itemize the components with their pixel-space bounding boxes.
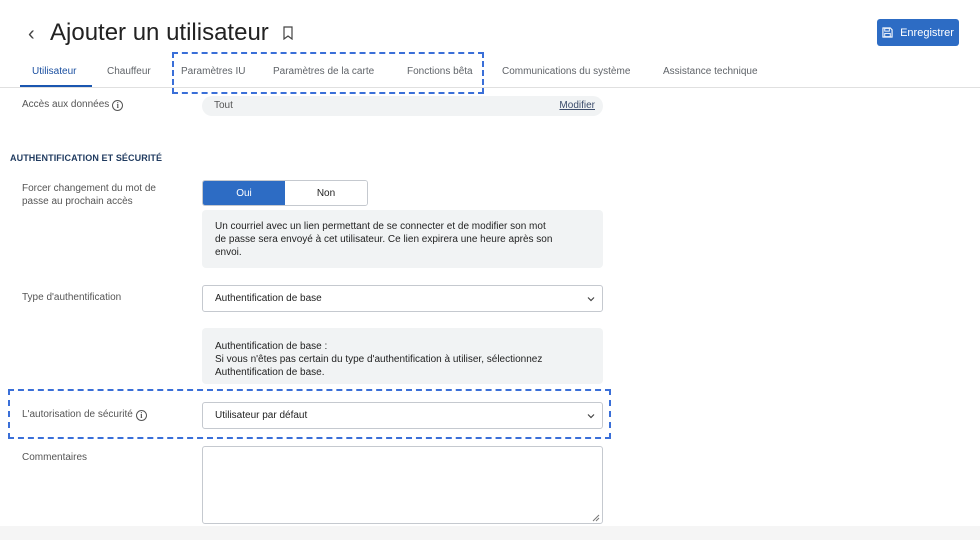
tab-chauffeur[interactable]: Chauffeur (107, 66, 151, 77)
bottom-bar (0, 526, 980, 540)
modify-link[interactable]: Modifier (559, 100, 595, 111)
password-info-line3: envoi. (215, 247, 242, 258)
data-access-value: Tout (214, 100, 233, 111)
security-clearance-select[interactable]: Utilisateur par défaut (202, 402, 603, 429)
chevron-left-icon[interactable]: ‹ (28, 24, 42, 44)
security-clearance-label-text: L'autorisation de sécurité (22, 409, 133, 420)
auth-info-line2: Si vous n'êtes pas certain du type d'aut… (215, 354, 543, 365)
force-password-label: Forcer changement du mot de passe au pro… (22, 182, 156, 208)
tab-fonctions-beta[interactable]: Fonctions bêta (407, 66, 473, 77)
force-password-label-line1: Forcer changement du mot de (22, 183, 156, 194)
floppy-disk-icon (882, 27, 893, 38)
password-info-line1: Un courriel avec un lien permettant de s… (215, 221, 546, 232)
data-access-label: Accès aux données i (22, 98, 124, 111)
auth-type-info-box: Authentification de base : Si vous n'ête… (202, 328, 603, 384)
security-clearance-label: L'autorisation de sécurité i (22, 408, 147, 421)
password-reset-info-box: Un courriel avec un lien permettant de s… (202, 210, 603, 268)
data-access-field: Tout Modifier (202, 96, 603, 116)
active-tab-indicator (20, 85, 92, 87)
save-button[interactable]: Enregistrer (877, 19, 959, 46)
comments-label: Commentaires (22, 452, 88, 463)
tab-parametres-carte[interactable]: Paramètres de la carte (273, 66, 374, 77)
tab-parametres-iu[interactable]: Paramètres IU (181, 66, 245, 77)
tab-bar: Utilisateur Chauffeur Paramètres IU Para… (0, 60, 980, 88)
data-access-label-text: Accès aux données (22, 99, 110, 110)
bookmark-icon[interactable] (282, 26, 294, 40)
page-title: Ajouter un utilisateur (50, 19, 269, 46)
tab-assistance-technique[interactable]: Assistance technique (663, 66, 758, 77)
info-circle-icon[interactable]: i (112, 100, 124, 111)
toggle-option-non[interactable]: Non (285, 181, 367, 205)
save-button-label: Enregistrer (900, 26, 954, 39)
auth-type-select[interactable]: Authentification de base (202, 285, 603, 312)
security-clearance-value: Utilisateur par défaut (215, 410, 308, 421)
comments-textarea[interactable] (202, 446, 603, 524)
chevron-down-icon (587, 414, 595, 419)
section-title-auth-security: AUTHENTIFICATION ET SÉCURITÉ (10, 153, 163, 163)
chevron-down-icon (587, 297, 595, 302)
auth-info-line1: Authentification de base : (215, 341, 328, 352)
auth-type-value: Authentification de base (215, 293, 322, 304)
password-info-line2: de passe sera envoyé à cet utilisateur. … (215, 234, 553, 245)
toggle-option-oui[interactable]: Oui (203, 181, 285, 205)
info-circle-icon[interactable]: i (135, 410, 147, 421)
auth-info-line3: Authentification de base. (215, 367, 325, 378)
auth-type-label: Type d'authentification (22, 292, 122, 303)
force-password-toggle: Oui Non (202, 180, 368, 206)
force-password-label-line2: passe au prochain accès (22, 196, 133, 207)
tab-communications-systeme[interactable]: Communications du système (502, 66, 630, 77)
tab-utilisateur[interactable]: Utilisateur (32, 66, 76, 77)
